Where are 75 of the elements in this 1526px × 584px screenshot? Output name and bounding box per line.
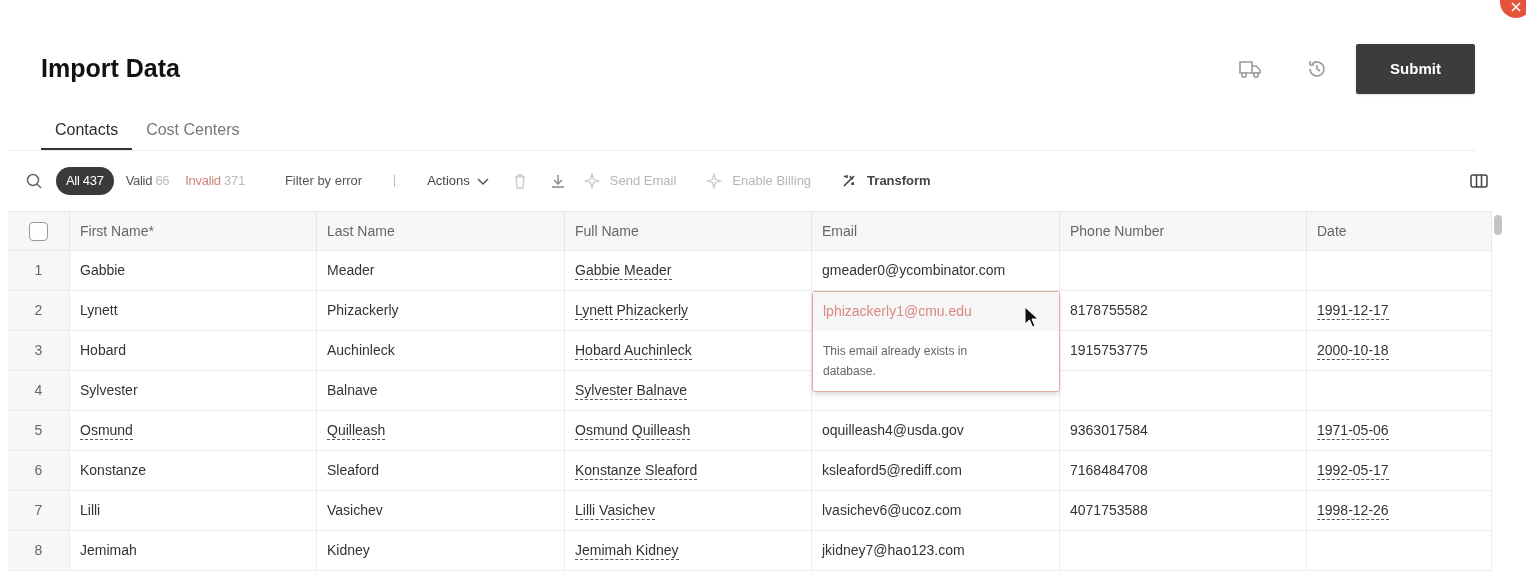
table-cell: Sylvester Balnave [575,381,688,400]
row-number: 5 [34,421,43,440]
chevron-down-icon [475,175,490,187]
filter-chip[interactable]: Valid 66 [119,167,176,195]
row-number: 6 [34,461,43,480]
table-cell: Quilleash [327,421,386,440]
table-cell-text: Konstanze [80,461,147,480]
close-icon [1511,2,1521,12]
table-cell-text: Jemimah [80,541,137,560]
table-cell: Jemimah Kidney [575,541,679,560]
table-cell-text: Hobard [80,341,126,360]
table-cell-text: oquilleash4@usda.gov [822,421,964,440]
table-cell: Osmund [80,421,133,440]
row-number: 3 [34,341,43,360]
table-cell-text: Sleaford [327,461,380,480]
filter-by-error-button[interactable]: Filter by error [284,171,363,191]
download-icon[interactable] [549,173,566,189]
table-cell: Osmund Quilleash [575,421,691,440]
table-cell-text: Gabbie [80,261,126,280]
table-cell-text: 4071753588 [1070,501,1148,520]
table-cell-text: Sylvester [80,381,138,400]
search-icon[interactable] [26,173,42,189]
column-header: Full Name [575,221,639,241]
cursor-icon [1023,306,1041,328]
table-cell-text: lvasichev6@ucoz.com [822,501,962,520]
table-cell: 1992-05-17 [1317,461,1389,480]
tab[interactable]: Cost Centers [132,112,254,150]
table-cell-text: Lilli [80,501,101,520]
scrollbar[interactable] [1494,215,1502,235]
table-cell: 1998-12-26 [1317,501,1389,520]
history-icon[interactable] [1306,58,1328,80]
table-cell: Gabbie Meader [575,261,672,280]
table-cell: 1991-12-17 [1317,301,1389,320]
table-cell-text: Vasichev [327,501,383,520]
table-cell-text: 9363017584 [1070,421,1148,440]
table-cell: Lynett Phizackerly [575,301,689,320]
column-header: Date [1317,221,1347,241]
table-cell-text: 1915753775 [1070,341,1148,360]
actions-dropdown[interactable]: Actions [427,171,490,191]
submit-button[interactable]: Submit [1356,44,1475,94]
table-cell-text: Meader [327,261,375,280]
wand-icon [841,173,858,189]
table-cell-text: Balnave [327,381,378,400]
table-cell-text: Phizackerly [327,301,399,320]
sparkle-icon [706,173,723,189]
table-cell: 1971-05-06 [1317,421,1389,440]
table-cell: 2000-10-18 [1317,341,1389,360]
table-cell: Lilli Vasichev [575,501,655,520]
table-cell-text: jkidney7@hao123.com [822,541,965,560]
row-number: 2 [34,301,43,320]
column-header: Email [822,221,857,241]
row-number: 8 [34,541,43,560]
table-cell: Konstanze Sleaford [575,461,698,480]
columns-icon[interactable] [1470,173,1488,189]
table-cell-text: 8178755582 [1070,301,1148,320]
column-header: First Name* [80,221,154,241]
page-title: Import Data [41,53,181,85]
row-number: 7 [34,501,43,520]
table-cell-text: Kidney [327,541,370,560]
table-cell-text: Lynett [80,301,118,320]
truck-icon[interactable] [1238,59,1262,79]
table-cell: Hobard Auchinleck [575,341,692,360]
row-number: 4 [34,381,43,400]
table-cell-text: 7168484708 [1070,461,1148,480]
column-header: Phone Number [1070,221,1165,241]
select-all-checkbox[interactable] [29,221,48,241]
sparkle-icon [583,173,600,189]
table-cell-text: ksleaford5@rediff.com [822,461,962,480]
filter-chip[interactable]: All 437 [56,167,114,195]
error-message: This email already exists in database. [822,343,969,380]
table-cell-text: Auchinleck [327,341,395,360]
row-number: 1 [34,261,43,280]
column-header: Last Name [327,221,395,241]
toolbar-action-button[interactable]: Transform [841,171,931,191]
table-cell-text: gmeader0@ycombinator.com [822,261,1006,280]
